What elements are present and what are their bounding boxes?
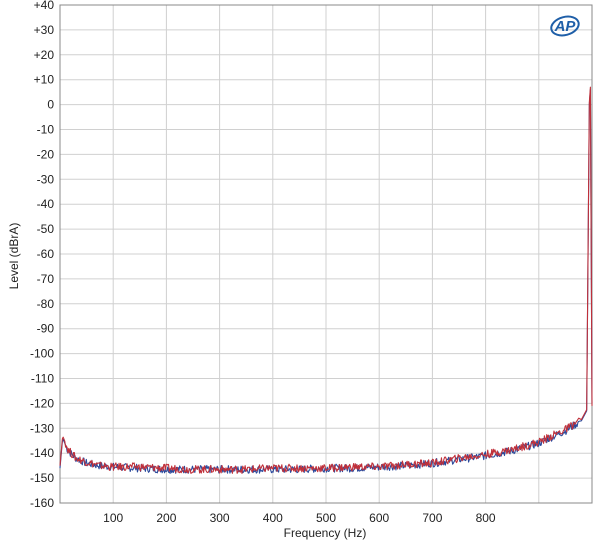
- y-tick-label: -120: [30, 396, 54, 410]
- y-axis-label: Level (dBrA): [7, 223, 21, 290]
- x-tick-label: 400: [263, 511, 283, 525]
- x-tick-label: 300: [210, 511, 230, 525]
- x-tick-label: 500: [316, 511, 336, 525]
- x-tick-label: 200: [156, 511, 176, 525]
- y-tick-label: -130: [30, 421, 54, 435]
- y-tick-label: -100: [30, 347, 54, 361]
- x-tick-label: 600: [369, 511, 389, 525]
- x-tick-labels: 100 200 300 400 500 600 700 800: [103, 511, 496, 525]
- y-tick-labels: +40 +30 +20 +10 0 -10 -20 -30 -40 -50 -60 -70 -80 -90…: [30, 0, 54, 510]
- x-tick-label: 100: [103, 511, 123, 525]
- y-tick-label: -80: [37, 297, 55, 311]
- ap-logo-text: AP: [554, 18, 577, 35]
- grid: [60, 4, 592, 504]
- y-tick-label: -70: [37, 272, 55, 286]
- y-tick-label: -50: [37, 222, 55, 236]
- ap-logo: AP: [550, 15, 580, 37]
- x-axis-label: Frequency (Hz): [284, 526, 367, 540]
- x-tick-label: 800: [476, 511, 496, 525]
- y-tick-label: +40: [34, 0, 55, 12]
- y-tick-label: +10: [34, 73, 55, 87]
- y-tick-label: -20: [37, 147, 55, 161]
- y-tick-label: +30: [34, 23, 55, 37]
- y-tick-label: -110: [31, 372, 54, 386]
- y-tick-label: +20: [34, 48, 55, 62]
- y-tick-label: -90: [37, 322, 55, 336]
- y-tick-label: -10: [37, 123, 55, 137]
- y-tick-label: 0: [47, 98, 54, 112]
- y-tick-label: -150: [30, 471, 54, 485]
- y-tick-label: -140: [30, 446, 54, 460]
- y-tick-label: -60: [37, 247, 55, 261]
- fft-spectrum-chart: +40 +30 +20 +10 0 -10 -20 -30 -40 -50 -60 -70 -80 -90…: [7, 0, 593, 540]
- x-tick-label: 700: [422, 511, 442, 525]
- y-tick-label: -30: [37, 172, 55, 186]
- y-tick-label: -40: [37, 197, 55, 211]
- y-tick-label: -160: [30, 496, 54, 510]
